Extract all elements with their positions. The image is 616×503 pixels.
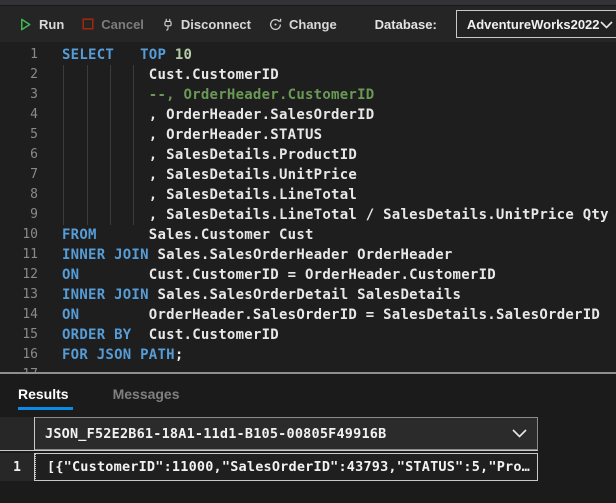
code-text: , SalesDetails.LineTotal / SalesDetails.… [62, 207, 609, 223]
code-line[interactable]: 16 FOR JSON PATH; [0, 345, 616, 365]
line-number[interactable]: 17 [0, 365, 38, 372]
line-number[interactable]: 15 [0, 325, 38, 345]
code-text: SELECT TOP 10 [62, 47, 193, 63]
line-number[interactable]: 10 [0, 225, 38, 245]
line-number[interactable]: 6 [0, 145, 38, 165]
line-number[interactable]: 3 [0, 85, 38, 105]
indent-guide [110, 65, 111, 225]
code-text: FROM Sales.Customer Cust [62, 227, 314, 243]
line-number[interactable]: 2 [0, 65, 38, 85]
code-line[interactable]: 12 ON Cust.CustomerID = OrderHeader.Custo… [0, 265, 616, 285]
code-line[interactable]: 17 [0, 365, 616, 372]
code-line[interactable]: 6 , SalesDetails.ProductID [0, 145, 616, 165]
line-number[interactable]: 1 [0, 45, 38, 65]
code-line[interactable]: 2 Cust.CustomerID [0, 65, 616, 85]
database-dropdown[interactable]: AdventureWorks2022 [455, 10, 616, 38]
change-connection-button[interactable]: Change [268, 17, 337, 32]
results-panel: Results Messages JSON_F52E2B61-18A1-11d1… [0, 374, 616, 503]
cancel-label: Cancel [101, 16, 144, 32]
code-line[interactable]: 1 SELECT TOP 10 [0, 45, 616, 65]
grid-corner-cell [0, 417, 35, 450]
line-number[interactable]: 8 [0, 185, 38, 205]
code-line[interactable]: 8 , SalesDetails.LineTotal [0, 185, 616, 205]
code-text: INNER JOIN Sales.SalesOrderDetail SalesD… [62, 287, 462, 303]
chevron-down-icon [512, 426, 527, 442]
json-result-cell[interactable]: [{"CustomerID":11000,"SalesOrderID":4379… [35, 453, 538, 481]
line-number[interactable]: 13 [0, 285, 38, 305]
sql-code-editor[interactable]: 1 SELECT TOP 10 2 Cust.CustomerID 3 --, Ord… [0, 42, 616, 372]
code-text: , SalesDetails.UnitPrice [62, 167, 358, 183]
line-number[interactable]: 5 [0, 125, 38, 145]
code-line[interactable]: 10 FROM Sales.Customer Cust [0, 225, 616, 245]
code-text: , OrderHeader.SalesOrderID [62, 107, 375, 123]
code-text: INNER JOIN Sales.SalesOrderHeader OrderH… [62, 247, 453, 263]
code-line[interactable]: 15 ORDER BY Cust.CustomerID [0, 325, 616, 345]
line-number[interactable]: 9 [0, 205, 38, 225]
line-number[interactable]: 7 [0, 165, 38, 185]
database-dropdown-value: AdventureWorks2022 [466, 16, 600, 32]
row-number-cell[interactable]: 1 [0, 453, 35, 481]
code-line[interactable]: 14 ON OrderHeader.SalesOrderID = SalesDet… [0, 305, 616, 325]
code-line[interactable]: 13 INNER JOIN Sales.SalesOrderDetail Sale… [0, 285, 616, 305]
code-line[interactable]: 9 , SalesDetails.LineTotal / SalesDetail… [0, 205, 616, 225]
code-text: ORDER BY Cust.CustomerID [62, 327, 279, 343]
indent-guide [63, 65, 64, 225]
disconnect-label: Disconnect [180, 16, 251, 32]
run-label: Run [39, 16, 65, 32]
json-result-column-header[interactable]: JSON_F52E2B61-18A1-11d1-B105-00805F49916… [35, 417, 538, 450]
chevron-down-icon [599, 17, 613, 32]
line-number[interactable]: 12 [0, 265, 38, 285]
line-number[interactable]: 16 [0, 345, 38, 365]
run-play-icon [18, 17, 33, 32]
code-text: ON OrderHeader.SalesOrderID = SalesDetai… [62, 307, 601, 323]
code-lines: 1 SELECT TOP 10 2 Cust.CustomerID 3 --, Ord… [0, 45, 616, 372]
column-header-label: JSON_F52E2B61-18A1-11d1-B105-00805F49916… [45, 425, 387, 442]
code-text: , SalesDetails.LineTotal [62, 187, 358, 203]
tab-results[interactable]: Results [18, 386, 73, 410]
disconnect-button[interactable]: Disconnect [161, 17, 251, 32]
line-number[interactable]: 4 [0, 105, 38, 125]
sql-query-editor-window: Run Cancel Disconnect Change Database: A… [0, 0, 616, 503]
disconnect-plug-icon [161, 17, 175, 32]
code-text: , OrderHeader.STATUS [62, 127, 323, 143]
change-connection-icon [268, 17, 283, 32]
grid-header-row: JSON_F52E2B61-18A1-11d1-B105-00805F49916… [0, 417, 538, 451]
code-line[interactable]: 3 --, OrderHeader.CustomerID [0, 85, 616, 105]
cancel-button[interactable]: Cancel [81, 17, 144, 32]
tab-messages[interactable]: Messages [113, 386, 180, 410]
code-text: FOR JSON PATH; [62, 347, 184, 363]
code-line[interactable]: 11 INNER JOIN Sales.SalesOrderHeader Orde… [0, 245, 616, 265]
code-line[interactable]: 4 , OrderHeader.SalesOrderID [0, 105, 616, 125]
line-number[interactable]: 11 [0, 245, 38, 265]
code-text: Cust.CustomerID [62, 67, 279, 83]
change-label: Change [289, 16, 337, 32]
code-line[interactable]: 7 , SalesDetails.UnitPrice [0, 165, 616, 185]
code-text: ON Cust.CustomerID = OrderHeader.Custome… [62, 267, 496, 283]
database-label: Database: [374, 16, 437, 32]
code-line[interactable]: 5 , OrderHeader.STATUS [0, 125, 616, 145]
results-tab-bar: Results Messages [0, 374, 616, 410]
run-button[interactable]: Run [18, 17, 64, 32]
cancel-stop-icon [81, 17, 95, 31]
query-toolbar: Run Cancel Disconnect Change Database: A… [0, 6, 616, 42]
results-grid: JSON_F52E2B61-18A1-11d1-B105-00805F49916… [0, 417, 538, 481]
indent-guide [87, 65, 88, 225]
code-text: --, OrderHeader.CustomerID [62, 87, 375, 103]
line-number[interactable]: 14 [0, 305, 38, 325]
table-row: 1 [{"CustomerID":11000,"SalesOrderID":43… [0, 453, 538, 481]
code-text: , SalesDetails.ProductID [62, 147, 358, 163]
indent-guide [133, 65, 134, 225]
